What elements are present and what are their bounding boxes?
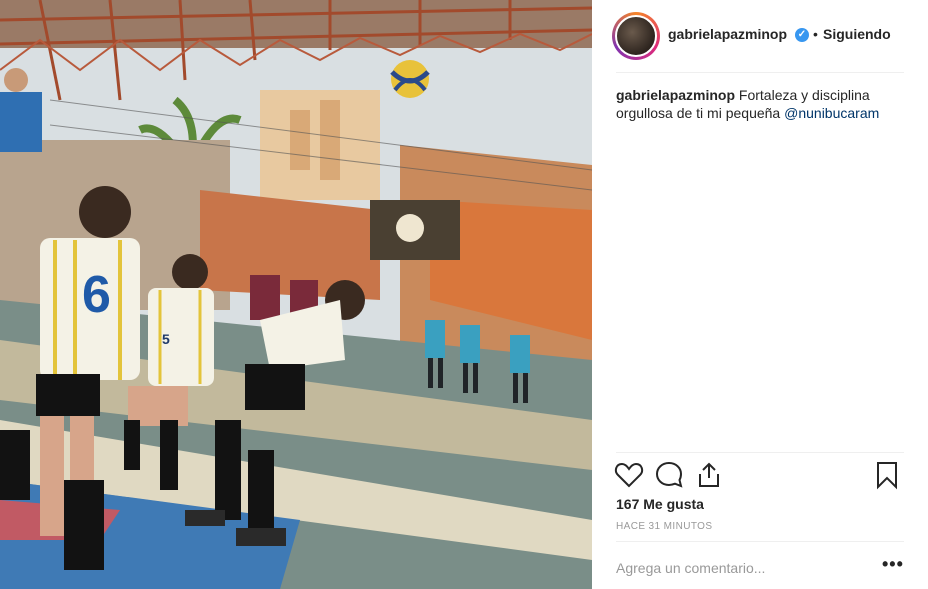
- post-sidebar: gabrielapazminop ✓ • Siguiendo gabrielap…: [592, 0, 928, 589]
- comment-divider: [616, 541, 904, 542]
- caption-username[interactable]: gabrielapazminop: [616, 87, 735, 103]
- bookmark-icon[interactable]: [872, 460, 902, 490]
- jersey-number-6: 6: [82, 266, 111, 324]
- avatar-image: [615, 15, 657, 57]
- follow-status-button[interactable]: Siguiendo: [823, 26, 891, 42]
- avatar[interactable]: [612, 12, 660, 60]
- heart-icon[interactable]: [614, 460, 644, 490]
- share-icon[interactable]: [694, 460, 724, 490]
- header-separator: •: [813, 26, 818, 42]
- actions-divider: [616, 452, 904, 453]
- post-caption: gabrielapazminop Fortaleza y disciplina …: [616, 86, 906, 122]
- comment-icon[interactable]: [654, 460, 684, 490]
- jersey-number-5: 5: [162, 331, 170, 347]
- post-timestamp[interactable]: HACE 31 MINUTOS: [616, 521, 712, 532]
- post-actions: [612, 460, 912, 492]
- post-photo[interactable]: 6 5: [0, 0, 592, 589]
- header-divider: [616, 72, 904, 73]
- comment-input[interactable]: [616, 560, 866, 576]
- header-username[interactable]: gabrielapazminop: [668, 26, 787, 42]
- caption-mention-link[interactable]: @nunibucaram: [784, 105, 879, 121]
- likes-count[interactable]: 167 Me gusta: [616, 496, 704, 512]
- post-header: gabrielapazminop ✓ • Siguiendo: [592, 0, 928, 72]
- verified-badge-icon: ✓: [795, 28, 809, 42]
- volleyball-photo: 6 5: [0, 0, 592, 589]
- more-options-icon[interactable]: •••: [882, 554, 904, 575]
